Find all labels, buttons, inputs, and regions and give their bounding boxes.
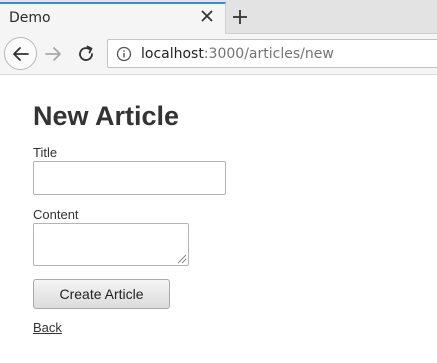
arrow-left-icon bbox=[13, 47, 29, 61]
url-text: localhost:3000/articles/new bbox=[141, 46, 334, 62]
page-title: New Article bbox=[33, 101, 180, 131]
content-textarea[interactable] bbox=[33, 223, 189, 266]
tab-title: Demo bbox=[9, 10, 51, 26]
create-article-button[interactable]: Create Article bbox=[33, 279, 170, 309]
content-label: Content bbox=[33, 207, 79, 222]
back-button[interactable] bbox=[4, 37, 37, 70]
tab-bar: Demo bbox=[0, 0, 437, 34]
arrow-right-icon[interactable] bbox=[43, 44, 63, 64]
title-label: Title bbox=[33, 145, 58, 160]
address-bar[interactable]: localhost:3000/articles/new bbox=[107, 39, 437, 68]
tab-demo[interactable]: Demo bbox=[0, 2, 226, 34]
reload-icon[interactable] bbox=[76, 44, 96, 64]
url-host: localhost bbox=[141, 46, 204, 62]
browser-chrome: Demo localhost:3000/articles/new bbox=[0, 0, 437, 75]
navigation-bar: localhost:3000/articles/new bbox=[0, 34, 437, 75]
close-icon[interactable] bbox=[199, 8, 215, 24]
url-path: :3000/articles/new bbox=[203, 46, 334, 62]
plus-icon[interactable] bbox=[231, 8, 249, 26]
info-icon[interactable] bbox=[116, 46, 132, 62]
back-link[interactable]: Back bbox=[33, 320, 62, 335]
page-content: New Article Title Content Create Article… bbox=[33, 100, 413, 335]
resize-handle-icon[interactable] bbox=[175, 252, 187, 264]
title-input[interactable] bbox=[33, 161, 226, 195]
